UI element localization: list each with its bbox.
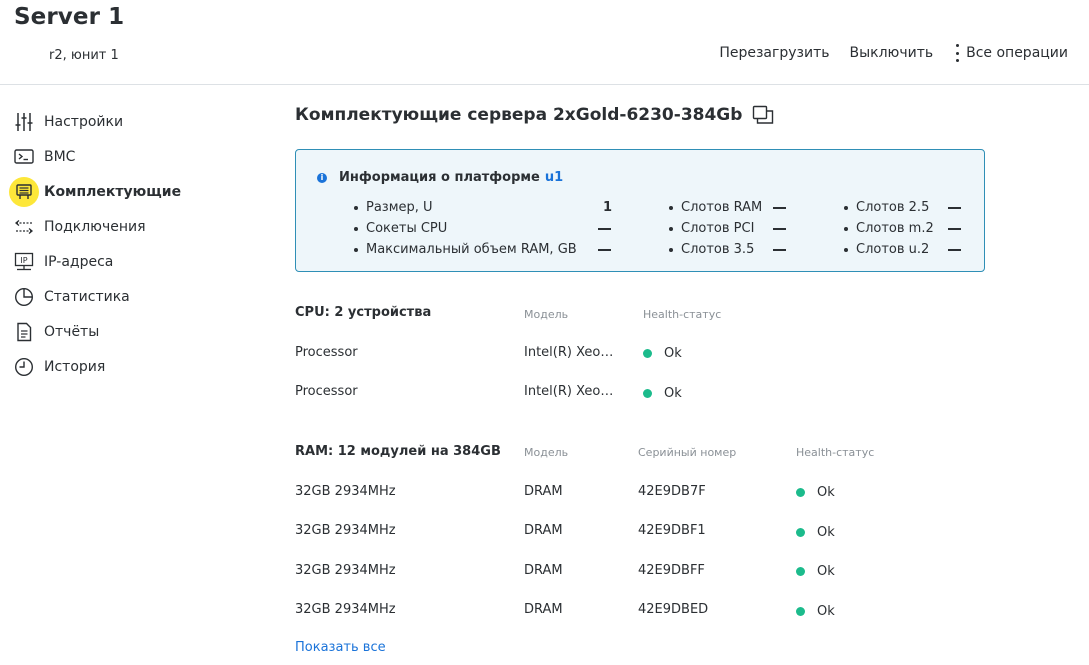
spec-empty-dash [948, 228, 961, 230]
platform-link[interactable]: u1 [545, 170, 563, 185]
spec-item: Слотов PCI [669, 221, 754, 236]
cpu-row-status: Ok [643, 346, 682, 361]
server-location: r2, юнит 1 [49, 48, 119, 63]
sidebar-item-label: Комплектующие [44, 183, 182, 200]
cpu-row-name: Processor [295, 345, 358, 360]
clock-icon [13, 356, 35, 378]
kebab-menu-icon [955, 44, 959, 62]
sidebar-item-label: BMC [44, 148, 76, 165]
spec-empty-dash [598, 228, 611, 230]
sidebar-item-label: IP-адреса [44, 253, 114, 270]
ram-row-model: DRAM [524, 563, 563, 578]
sidebar-item-label: Отчёты [44, 323, 100, 340]
info-icon: i [317, 172, 327, 183]
spec-item: Слотов m.2 [844, 221, 934, 236]
settings-sliders-icon [13, 111, 35, 133]
spec-item: Слотов 3.5 [669, 242, 754, 257]
status-ok-dot [796, 528, 805, 537]
ram-row-name: 32GB 2934MHz [295, 523, 396, 538]
sidebar-item-connections[interactable]: Подключения [0, 209, 270, 244]
status-ok-dot [796, 567, 805, 576]
pie-chart-icon [13, 286, 35, 308]
reboot-button[interactable]: Перезагрузить [719, 45, 829, 61]
cpu-model-column-header: Модель [524, 308, 569, 321]
ram-row-status: Ok [796, 525, 835, 540]
spec-empty-dash [773, 228, 786, 230]
cpu-section-title: CPU: 2 устройства [295, 305, 432, 320]
ram-row-model: DRAM [524, 602, 563, 617]
ram-row-serial: 42E9DB7F [638, 484, 706, 499]
sidebar-item-reports[interactable]: Отчёты [0, 314, 270, 349]
cpu-row-status: Ok [643, 386, 682, 401]
sidebar-item-label: Статистика [44, 288, 130, 305]
spec-empty-dash [773, 207, 786, 209]
copy-icon[interactable] [752, 105, 774, 125]
spec-item: Слотов u.2 [844, 242, 929, 257]
spec-empty-dash [598, 249, 611, 251]
status-ok-dot [796, 488, 805, 497]
ram-row-serial: 42E9DBF1 [638, 523, 706, 538]
cpu-row-name: Processor [295, 384, 358, 399]
platform-info-panel: i Информация о платформе u1 Размер, U 1 … [295, 149, 985, 272]
header-actions: Перезагрузить Выключить Все операции [699, 44, 1068, 62]
ram-row-name: 32GB 2934MHz [295, 602, 396, 617]
sidebar-nav: Настройки BMC Комплектующие Подключения … [0, 104, 270, 384]
ram-row-name: 32GB 2934MHz [295, 484, 396, 499]
sidebar-item-statistics[interactable]: Статистика [0, 279, 270, 314]
all-operations-label: Все операции [966, 45, 1068, 61]
spec-item: Сокеты CPU [354, 221, 447, 236]
ram-serial-column-header: Серийный номер [638, 446, 737, 459]
terminal-icon [13, 146, 35, 168]
sidebar-item-history[interactable]: История [0, 349, 270, 384]
sidebar-item-ip-addresses[interactable]: IP IP-адреса [0, 244, 270, 279]
ram-row-serial: 42E9DBED [638, 602, 709, 617]
svg-text:IP: IP [20, 256, 27, 265]
all-operations-button[interactable]: Все операции [955, 44, 1068, 62]
components-icon [9, 176, 39, 207]
components-title: Комплектующие сервера 2xGold-6230-384Gb [295, 105, 774, 125]
show-all-link[interactable]: Показать все [295, 640, 386, 655]
shutdown-button[interactable]: Выключить [849, 45, 933, 61]
ram-row-model: DRAM [524, 523, 563, 538]
connections-icon [13, 216, 35, 238]
spec-item: Максимальный объем RAM, GB [354, 242, 577, 257]
report-icon [13, 321, 35, 343]
components-title-text: Комплектующие сервера 2xGold-6230-384Gb [295, 105, 743, 125]
spec-value: 1 [603, 200, 613, 215]
ram-row-status: Ok [796, 485, 835, 500]
platform-info-heading: i Информация о платформе u1 [317, 170, 563, 185]
ram-row-serial: 42E9DBFF [638, 563, 705, 578]
ram-health-column-header: Health-статус [796, 446, 875, 459]
sidebar-item-label: Настройки [44, 113, 124, 130]
ram-model-column-header: Модель [524, 446, 569, 459]
page-header: Server 1 r2, юнит 1 Перезагрузить Выключ… [0, 0, 1089, 85]
spec-item: Размер, U [354, 200, 433, 215]
cpu-health-column-header: Health-статус [643, 308, 722, 321]
sidebar-item-label: Подключения [44, 218, 146, 235]
spec-item: Слотов 2.5 [844, 200, 929, 215]
ram-row-model: DRAM [524, 484, 563, 499]
status-ok-dot [796, 607, 805, 616]
spec-empty-dash [948, 207, 961, 209]
platform-info-label: Информация о платформе [339, 170, 540, 185]
spec-item: Слотов RAM [669, 200, 762, 215]
ram-section-title: RAM: 12 модулей на 384GB [295, 444, 501, 459]
page-title: Server 1 [14, 4, 125, 30]
ram-row-status: Ok [796, 604, 835, 619]
status-ok-dot [643, 389, 652, 398]
spec-empty-dash [948, 249, 961, 251]
ip-icon: IP [13, 251, 35, 273]
cpu-row-model: Intel(R) Xeo… [524, 345, 614, 360]
ram-row-status: Ok [796, 564, 835, 579]
status-ok-dot [643, 349, 652, 358]
sidebar-item-settings[interactable]: Настройки [0, 104, 270, 139]
sidebar-item-components[interactable]: Комплектующие [0, 174, 270, 209]
ram-row-name: 32GB 2934MHz [295, 563, 396, 578]
cpu-row-model: Intel(R) Xeo… [524, 384, 614, 399]
sidebar-item-label: История [44, 358, 106, 375]
spec-empty-dash [773, 249, 786, 251]
sidebar-item-bmc[interactable]: BMC [0, 139, 270, 174]
